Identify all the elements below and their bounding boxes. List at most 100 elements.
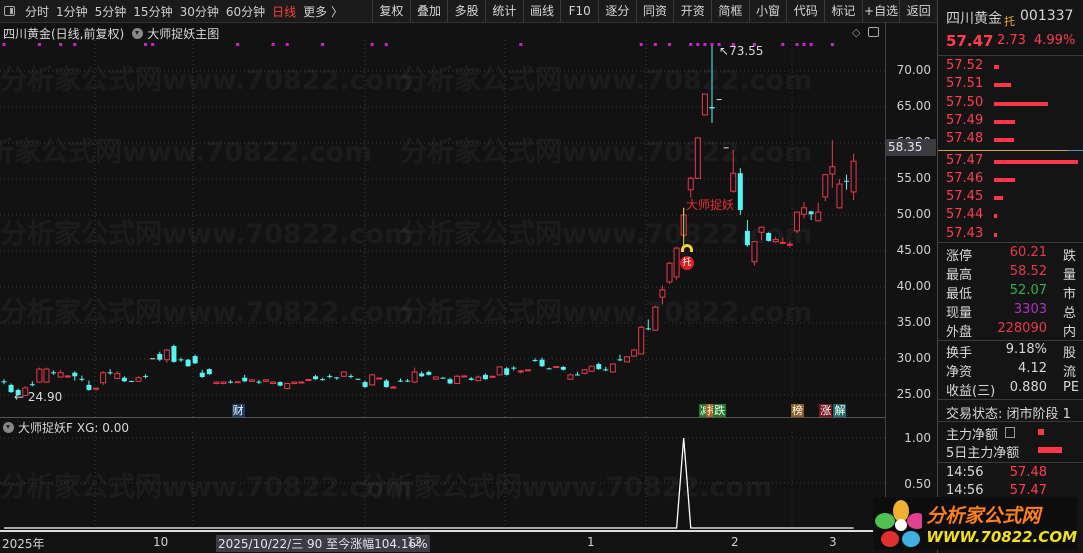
logo-title: 分析家公式网: [926, 505, 1041, 527]
candle: [652, 305, 659, 331]
toolbar-button[interactable]: +自选: [861, 0, 900, 22]
candle-body: [79, 378, 85, 380]
event-marker[interactable]: 涨: [819, 404, 833, 417]
candle: [29, 381, 35, 387]
candle-body: [701, 93, 708, 116]
candle-body: [475, 376, 482, 382]
period-tab[interactable]: 5分钟: [95, 3, 127, 20]
candle: [298, 381, 305, 384]
low-price-label: ← 24.90: [14, 390, 63, 404]
candle: [701, 93, 708, 116]
event-marker[interactable]: 解: [833, 404, 847, 417]
stat-value: 228090: [997, 321, 1047, 336]
candle-body: [546, 368, 552, 370]
toolbar-button[interactable]: 返回: [899, 0, 937, 22]
stat-value: 3303: [1013, 302, 1047, 317]
signal-dot: [668, 43, 672, 46]
candle-body: [185, 359, 191, 367]
candle: [844, 174, 850, 190]
candle-body: [716, 99, 722, 101]
stat-label-truncated: 量: [1063, 268, 1077, 283]
candle: [645, 319, 651, 331]
indicator-name[interactable]: 大师捉妖主图: [147, 25, 219, 42]
signal-dot: [271, 43, 275, 46]
event-marker[interactable]: 跌: [713, 404, 727, 417]
candle-body: [390, 386, 397, 389]
candle: [631, 348, 638, 357]
price-axis-tick: 25.00: [896, 387, 931, 401]
panel-icon[interactable]: [868, 27, 879, 37]
indicator-dropdown-icon[interactable]: [3, 422, 14, 433]
toolbar-button[interactable]: 画线: [522, 0, 561, 22]
candle-body: [128, 380, 134, 382]
toolbar-button[interactable]: 小窗: [748, 0, 787, 22]
order-book-price: 57.49: [946, 112, 984, 128]
candle-body: [29, 384, 35, 386]
period-tab[interactable]: 1分钟: [56, 3, 88, 20]
more-periods-button[interactable]: 更多 〉: [303, 3, 343, 20]
candle-body: [284, 382, 291, 390]
toolbar-button[interactable]: 同资: [635, 0, 674, 22]
candle: [850, 153, 857, 201]
candle-body: [772, 238, 779, 243]
candle-body: [277, 382, 283, 386]
price-axis-tick: 35.00: [896, 315, 931, 329]
toolbar-button[interactable]: 标记: [824, 0, 862, 22]
toolbar-button[interactable]: F10: [560, 0, 598, 22]
candle-body: [482, 374, 488, 380]
candle-body: [163, 349, 170, 361]
period-tab-daily[interactable]: 日线: [272, 3, 296, 20]
logo-url: WWW.70822.COM: [926, 528, 1077, 546]
candle-body: [709, 107, 715, 109]
toolbar-button[interactable]: 叠加: [409, 0, 448, 22]
order-book-volume-bar: [994, 101, 1048, 106]
signal-dot: [384, 43, 388, 46]
toolbar-button[interactable]: 代码: [786, 0, 824, 22]
order-book-volume-bar: [994, 232, 998, 237]
candle: [432, 376, 439, 380]
panel-toggle-icon[interactable]: [4, 6, 15, 16]
date-label: 12: [407, 535, 423, 549]
candle-body: [758, 226, 765, 233]
candle: [772, 236, 779, 243]
candle-body: [652, 306, 659, 331]
candlestick-chart[interactable]: [0, 0, 885, 530]
event-marker[interactable]: 财: [231, 404, 245, 417]
diamond-icon[interactable]: ◇: [852, 26, 860, 39]
stat-label-truncated: PE: [1063, 380, 1080, 395]
stat-label: 最低: [946, 287, 973, 302]
event-marker[interactable]: 榜: [790, 404, 804, 417]
indicator-dropdown-icon[interactable]: [132, 28, 144, 39]
toolbar-button[interactable]: 开资: [673, 0, 711, 22]
list-icon[interactable]: [1005, 427, 1015, 438]
period-tab[interactable]: 分时: [25, 3, 49, 20]
toolbar-button[interactable]: 统计: [485, 0, 523, 22]
candle: [822, 173, 829, 202]
candle-body: [340, 371, 347, 377]
period-tab[interactable]: 30分钟: [180, 3, 219, 20]
candle: [716, 99, 722, 101]
date-label: 1: [587, 535, 595, 549]
candle: [163, 348, 170, 363]
signal-dot: [795, 43, 799, 46]
stat-value: 60.21: [1009, 245, 1047, 260]
candle: [574, 371, 580, 376]
candle-body: [631, 349, 638, 357]
stock-name: 四川黄金: [946, 11, 1002, 27]
stat-label: 最高: [946, 268, 973, 283]
sub-indicator-name[interactable]: 大师捉妖F: [18, 419, 73, 436]
candle: [178, 357, 184, 362]
candle-body: [114, 372, 121, 379]
period-tab[interactable]: 60分钟: [226, 3, 265, 20]
toolbar-button[interactable]: 简框: [711, 0, 749, 22]
candle: [8, 383, 14, 393]
period-tab[interactable]: 15分钟: [133, 3, 172, 20]
candle-body: [57, 372, 64, 378]
candle: [779, 237, 786, 244]
toolbar-button[interactable]: 复权: [372, 0, 410, 22]
event-marker[interactable]: 持: [706, 404, 713, 417]
candle-body: [135, 377, 142, 382]
toolbar-button[interactable]: 多股: [447, 0, 485, 22]
toolbar-button[interactable]: 逐分: [598, 0, 636, 22]
candle: [524, 369, 531, 372]
